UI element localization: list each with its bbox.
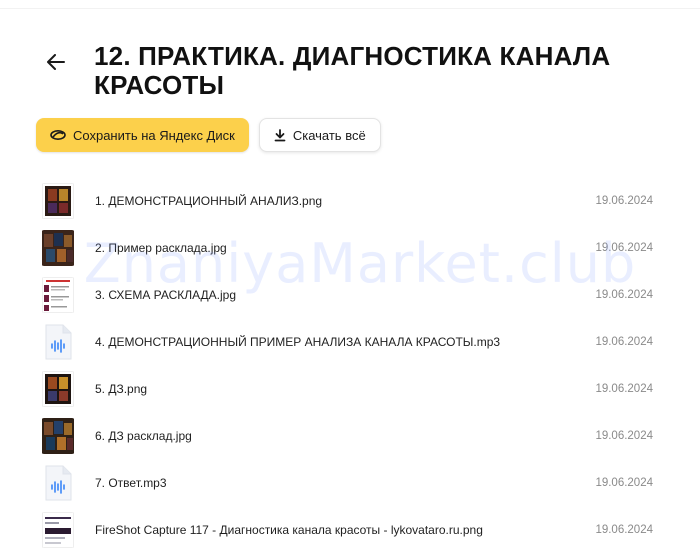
file-name: FireShot Capture 117 - Диагностика канал… [95, 522, 483, 537]
file-name: 5. ДЗ.png [95, 381, 148, 396]
save-button-label: Сохранить на Яндекс Диск [73, 127, 235, 143]
file-name: 1. ДЕМОНСТРАЦИОННЫЙ АНАЛИЗ.png [95, 193, 323, 208]
file-date: 19.06.2024 [595, 241, 653, 254]
screenshot-thumbnail-icon [41, 511, 75, 548]
file-date: 19.06.2024 [595, 288, 653, 301]
file-date: 19.06.2024 [595, 335, 653, 348]
file-row[interactable]: 7. Ответ.mp3 19.06.2024 [36, 459, 666, 506]
save-to-disk-button[interactable]: Сохранить на Яндекс Диск [36, 118, 249, 152]
arrow-left-icon [47, 54, 65, 70]
top-bar-edge [0, 0, 700, 9]
download-button-label: Скачать всё [292, 127, 366, 143]
file-row[interactable]: FireShot Capture 117 - Диагностика канал… [36, 506, 666, 553]
audio-file-icon [41, 324, 75, 360]
file-row[interactable]: 1. ДЕМОНСТРАЦИОННЫЙ АНАЛИЗ.png 19.06.202… [36, 177, 666, 224]
scheme-thumbnail-icon [41, 276, 75, 313]
file-date: 19.06.2024 [595, 382, 653, 395]
file-row[interactable]: 2. Пример расклада.jpg 19.06.2024 [36, 224, 666, 271]
file-row[interactable]: 4. ДЕМОНСТРАЦИОННЫЙ ПРИМЕР АНАЛИЗА КАНАЛ… [36, 318, 666, 365]
download-all-button[interactable]: Скачать всё [258, 118, 381, 152]
file-name: 6. ДЗ расклад.jpg [95, 428, 192, 443]
file-date: 19.06.2024 [595, 523, 653, 536]
action-bar: Сохранить на Яндекс Диск Скачать всё [36, 118, 381, 152]
file-row[interactable]: 3. СХЕМА РАСКЛАДА.jpg 19.06.2024 [36, 271, 666, 318]
audio-file-icon [41, 465, 75, 501]
image-thumbnail-icon [41, 182, 75, 219]
file-date: 19.06.2024 [595, 476, 653, 489]
image-thumbnail-icon [41, 370, 75, 407]
file-name: 2. Пример расклада.jpg [95, 240, 227, 255]
disk-logo-icon [50, 130, 66, 140]
back-button[interactable] [36, 42, 76, 82]
file-date: 19.06.2024 [595, 194, 653, 207]
download-icon [274, 128, 286, 141]
file-row[interactable]: 5. ДЗ.png 19.06.2024 [36, 365, 666, 412]
file-row[interactable]: 6. ДЗ расклад.jpg 19.06.2024 [36, 412, 666, 459]
file-list: 1. ДЕМОНСТРАЦИОННЫЙ АНАЛИЗ.png 19.06.202… [36, 177, 666, 553]
page-title: 12. ПРАКТИКА. ДИАГНОСТИКА КАНАЛА КРАСОТЫ [94, 41, 611, 100]
page-header: 12. ПРАКТИКА. ДИАГНОСТИКА КАНАЛА КРАСОТЫ [36, 42, 676, 100]
file-name: 4. ДЕМОНСТРАЦИОННЫЙ ПРИМЕР АНАЛИЗА КАНАЛ… [95, 334, 501, 349]
photo-thumbnail-icon [41, 229, 75, 266]
file-date: 19.06.2024 [595, 429, 653, 442]
file-name: 3. СХЕМА РАСКЛАДА.jpg [95, 287, 237, 302]
photo-thumbnail-icon [41, 417, 75, 454]
file-name: 7. Ответ.mp3 [95, 475, 167, 490]
